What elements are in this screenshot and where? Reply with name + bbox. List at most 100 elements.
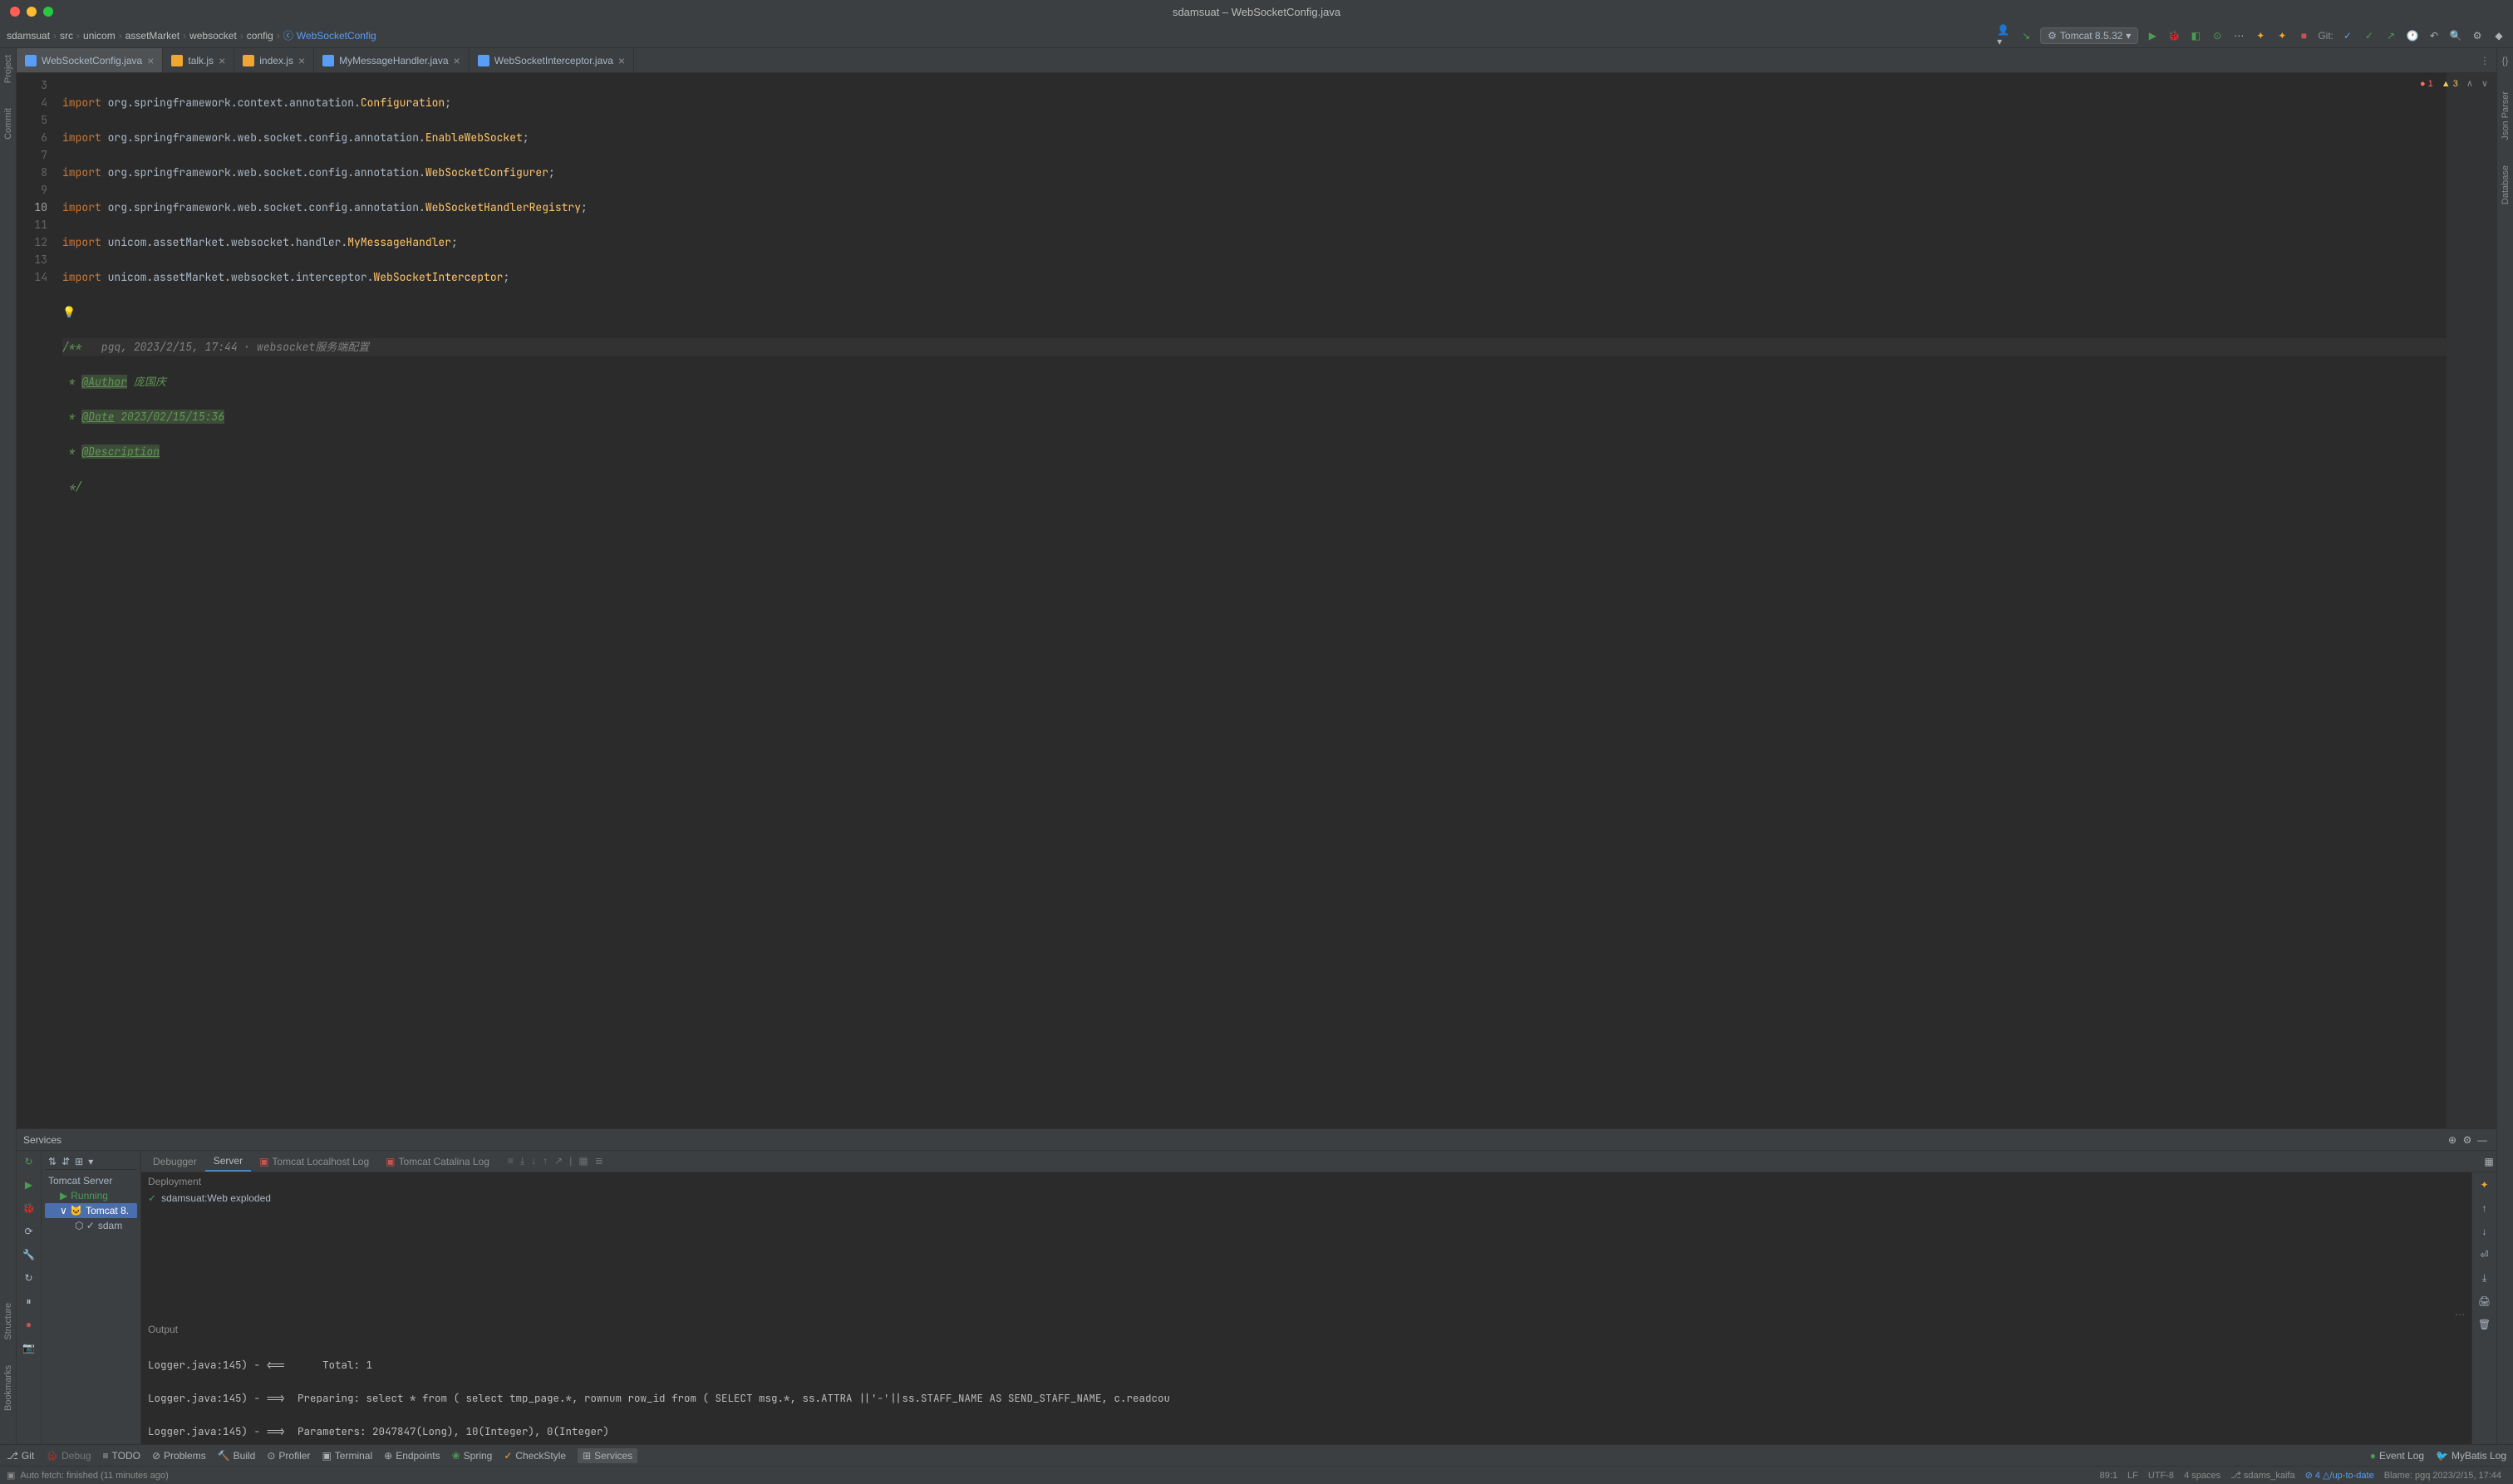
git-branch[interactable]: ⎇ sdams_kaifa [2225, 1470, 2300, 1481]
problems-tool[interactable]: ⊘Problems [152, 1450, 206, 1462]
group-icon[interactable]: ⊞ [75, 1156, 83, 1167]
layout-icon[interactable]: ▦ [578, 1155, 588, 1167]
tab-talkjs[interactable]: talk.js× [163, 48, 234, 72]
expand-all-icon[interactable]: ⇅ [48, 1156, 57, 1167]
soft-wrap-icon[interactable]: ⏎ [2477, 1247, 2492, 1262]
tab-websocketconfig[interactable]: WebSocketConfig.java× [17, 48, 163, 72]
json-parser-tool[interactable]: Json Parser [2501, 91, 2511, 140]
console-output[interactable]: Logger.java:145) - <== Total: 1 Logger.j… [141, 1339, 2471, 1445]
debug-tool[interactable]: 🐞Debug [46, 1450, 91, 1462]
git-status[interactable]: ⊘ 4 △/up-to-date [2300, 1470, 2379, 1481]
layout-settings-icon[interactable]: ▦ [2481, 1154, 2496, 1169]
spring-tool[interactable]: ❀Spring [452, 1450, 493, 1462]
blame-info[interactable]: Blame: pgq 2023/2/15, 17:44 [2379, 1471, 2506, 1481]
rerun-icon[interactable]: ↻ [22, 1154, 37, 1169]
tree-artifact[interactable]: ⬡ ✓ sdam [45, 1218, 137, 1233]
git-history-icon[interactable]: 🕐 [2405, 28, 2420, 43]
run-icon[interactable]: ▶ [2145, 28, 2160, 43]
window-minimize-button[interactable] [27, 7, 37, 17]
close-icon[interactable]: × [219, 54, 225, 67]
window-close-button[interactable] [10, 7, 20, 17]
update-icon[interactable]: ⟳ [22, 1224, 37, 1239]
wrap-icon[interactable]: ≡ [508, 1155, 514, 1167]
flame3-icon[interactable]: ✦ [2477, 1177, 2492, 1192]
tree-tomcat[interactable]: ∨ 🐱 Tomcat 8. [45, 1203, 137, 1218]
git-push-icon[interactable]: ↗ [2383, 28, 2398, 43]
flame-icon[interactable]: ✦ [2253, 28, 2268, 43]
endpoints-tool[interactable]: ⊕Endpoints [384, 1450, 440, 1462]
stop-icon[interactable]: ■ [2296, 28, 2311, 43]
pause-icon[interactable]: ⏸ [22, 1294, 37, 1309]
crumb-websocket[interactable]: websocket [189, 30, 237, 42]
filter-icon[interactable]: ▾ [88, 1156, 93, 1167]
gear-icon[interactable]: ⚙ [2460, 1133, 2475, 1147]
refresh-icon[interactable]: ↻ [22, 1270, 37, 1285]
layout2-icon[interactable]: ≣ [595, 1155, 603, 1167]
commit-tool[interactable]: Commit [3, 108, 13, 140]
caret-position[interactable]: 89:1 [2095, 1471, 2122, 1481]
deployment-artifact[interactable]: ✓sdamsuat:Web exploded [141, 1191, 2471, 1206]
camera-icon[interactable]: 📷 [22, 1340, 37, 1355]
user-icon[interactable]: 👤▾ [1997, 28, 2012, 43]
profiler-tool[interactable]: ⊙Profiler [267, 1450, 310, 1462]
close-icon[interactable]: × [618, 54, 625, 67]
error-indicator[interactable]: ● 1 [2420, 79, 2433, 89]
arrow-icon[interactable]: ↓ [531, 1155, 536, 1167]
nav-down-icon[interactable]: ∨ [2481, 78, 2488, 89]
todo-tool[interactable]: ≡TODO [103, 1450, 140, 1462]
git-commit-icon[interactable]: ✓ [2362, 28, 2377, 43]
scroll-end-icon[interactable]: ⤓ [2477, 1270, 2492, 1285]
localhost-log-tab[interactable]: ▣Tomcat Localhost Log [251, 1156, 377, 1167]
export-icon[interactable]: ↗ [554, 1155, 563, 1167]
build-tool[interactable]: 🔨Build [218, 1450, 256, 1462]
crumb-project[interactable]: sdamsuat [7, 30, 50, 42]
settings-icon[interactable]: ⚙ [2470, 28, 2485, 43]
search-icon[interactable]: 🔍 [2448, 28, 2463, 43]
project-tool[interactable]: Project [3, 55, 13, 83]
close-icon[interactable]: × [147, 54, 154, 67]
crumb-assetmarket[interactable]: assetMarket [125, 30, 180, 42]
eventlog-tool[interactable]: ●Event Log [2370, 1450, 2424, 1462]
status-icon[interactable]: ▣ [7, 1470, 15, 1481]
git-update-icon[interactable]: ✓ [2340, 28, 2355, 43]
code-editor[interactable]: ● 1 ▲ 3 ∧ ∨ 34567891011121314 import org… [17, 73, 2496, 1128]
warning-indicator[interactable]: ▲ 3 [2442, 79, 2458, 89]
coverage-icon[interactable]: ◧ [2188, 28, 2203, 43]
json-parser-icon[interactable]: {} [2501, 55, 2508, 66]
hammer-icon[interactable]: ↘ [2019, 28, 2034, 43]
print-icon[interactable]: 🖨 [2477, 1294, 2492, 1309]
scroll-icon[interactable]: ⤓ [520, 1155, 524, 1167]
debugger-tab[interactable]: Debugger [145, 1152, 205, 1171]
bookmarks-tool[interactable]: Bookmarks [3, 1365, 13, 1411]
indent[interactable]: 4 spaces [2179, 1471, 2225, 1481]
code-content[interactable]: import org.springframework.context.annot… [62, 73, 2447, 1128]
target-icon[interactable]: ⊕ [2445, 1133, 2460, 1147]
nav-up-icon[interactable]: ∧ [2466, 78, 2473, 89]
catalina-log-tab[interactable]: ▣Tomcat Catalina Log [377, 1156, 498, 1167]
more-icon[interactable]: ⋯ [2455, 1309, 2471, 1320]
tools-icon[interactable]: 🔧 [22, 1247, 37, 1262]
terminal-tool[interactable]: ▣Terminal [322, 1450, 372, 1462]
run-config-selector[interactable]: ⚙Tomcat 8.5.32▾ [2040, 27, 2138, 44]
close-icon[interactable]: × [454, 54, 460, 67]
git-rollback-icon[interactable]: ↶ [2427, 28, 2442, 43]
hide-icon[interactable]: — [2475, 1133, 2490, 1147]
crumb-unicom[interactable]: unicom [83, 30, 116, 42]
collapse-all-icon[interactable]: ⇵ [61, 1156, 70, 1167]
scroll-up-icon[interactable]: ↑ [2477, 1201, 2492, 1216]
crumb-src[interactable]: src [60, 30, 73, 42]
jetbrains-icon[interactable]: ◆ [2491, 28, 2506, 43]
window-maximize-button[interactable] [43, 7, 53, 17]
server-tab[interactable]: Server [205, 1152, 251, 1172]
crumb-class[interactable]: WebSocketConfig [297, 30, 376, 42]
scroll-down-icon[interactable]: ↓ [2477, 1224, 2492, 1239]
minimap[interactable] [2447, 73, 2496, 1128]
tree-root[interactable]: Tomcat Server [45, 1173, 137, 1188]
tab-websocketinterceptor[interactable]: WebSocketInterceptor.java× [470, 48, 634, 72]
debug2-icon[interactable]: 🐞 [22, 1201, 37, 1216]
git-tool[interactable]: ⎇Git [7, 1450, 34, 1462]
attach-icon[interactable]: ⋯ [2231, 28, 2246, 43]
close-icon[interactable]: × [298, 54, 305, 67]
up-icon[interactable]: ↑ [543, 1155, 548, 1167]
tree-running[interactable]: ▶ Running [45, 1188, 137, 1203]
